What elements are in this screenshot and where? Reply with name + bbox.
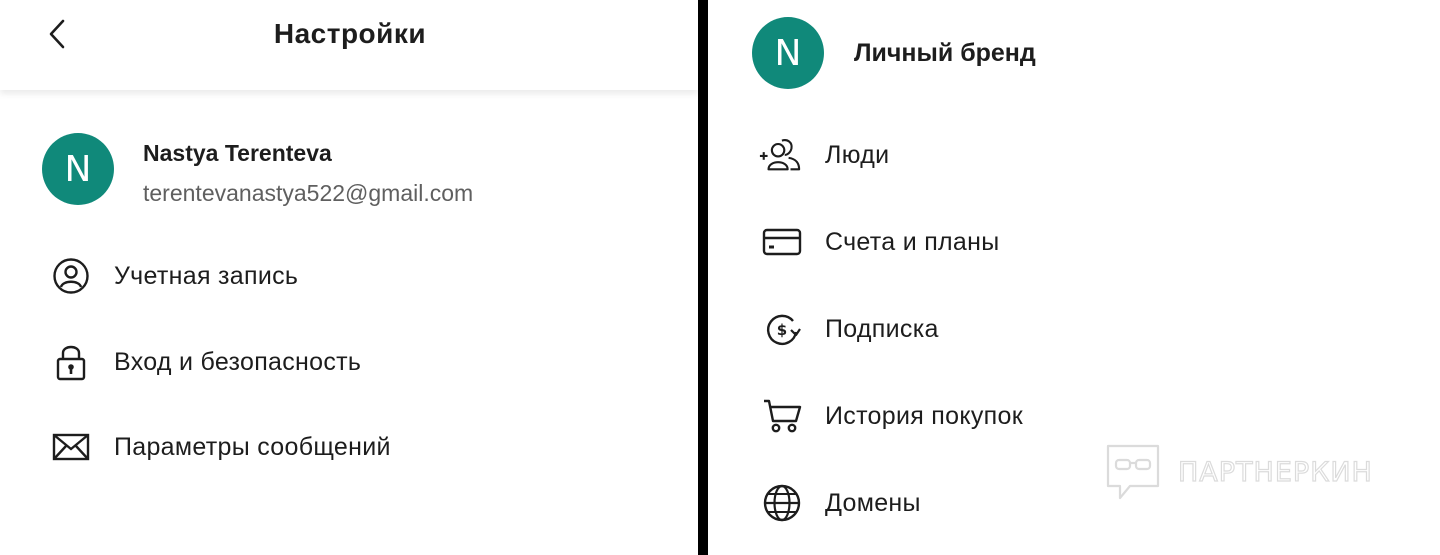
menu-item-label: Подписка bbox=[825, 315, 939, 343]
user-email: terentevanastya522@gmail.com bbox=[143, 180, 474, 206]
menu-item-label: Вход и безопасность bbox=[114, 348, 362, 376]
svg-text:$: $ bbox=[777, 321, 787, 339]
menu-item-label: Домены bbox=[825, 489, 921, 517]
globe-icon bbox=[760, 481, 804, 525]
menu-item-subscription[interactable]: $ Подписка bbox=[708, 301, 1440, 357]
menu-item-label: Счета и планы bbox=[825, 228, 1000, 256]
menu-item-label: Люди bbox=[825, 141, 890, 169]
credit-card-icon bbox=[760, 220, 804, 264]
lock-icon bbox=[49, 340, 93, 384]
settings-header: Настройки bbox=[0, 0, 698, 90]
menu-item-purchase-history[interactable]: История покупок bbox=[708, 388, 1440, 444]
settings-panel: Настройки N Nastya Terenteva terentevana… bbox=[0, 0, 698, 555]
menu-item-label: История покупок bbox=[825, 402, 1023, 430]
envelope-icon bbox=[49, 425, 93, 469]
add-people-icon bbox=[758, 133, 802, 177]
page-title: Настройки bbox=[273, 18, 427, 49]
brand-avatar[interactable]: N bbox=[752, 17, 824, 89]
menu-item-label: Учетная запись bbox=[114, 262, 299, 290]
chat-glasses-icon bbox=[1106, 444, 1160, 500]
menu-item-people[interactable]: Люди bbox=[708, 127, 1440, 183]
watermark: ПАРТНЕРКИН bbox=[1104, 442, 1373, 502]
watermark-text: ПАРТНЕРКИН bbox=[1177, 456, 1373, 488]
avatar-letter: N bbox=[774, 32, 802, 74]
panel-divider bbox=[698, 0, 708, 555]
user-name: Nastya Terenteva bbox=[143, 140, 332, 166]
menu-item-messages[interactable]: Параметры сообщений bbox=[0, 419, 698, 475]
avatar-letter: N bbox=[64, 148, 92, 190]
shopping-cart-icon bbox=[760, 394, 804, 438]
menu-item-account[interactable]: Учетная запись bbox=[0, 248, 698, 304]
avatar[interactable]: N bbox=[42, 133, 114, 205]
brand-title: Личный бренд bbox=[854, 39, 1036, 67]
menu-item-billing[interactable]: Счета и планы bbox=[708, 214, 1440, 270]
brand-panel: N Личный бренд Люди Счета и планы $ Подп… bbox=[708, 0, 1440, 555]
menu-item-label: Параметры сообщений bbox=[114, 433, 391, 461]
dollar-refresh-icon: $ bbox=[760, 307, 804, 351]
user-circle-icon bbox=[49, 254, 93, 298]
menu-item-security[interactable]: Вход и безопасность bbox=[0, 334, 698, 390]
